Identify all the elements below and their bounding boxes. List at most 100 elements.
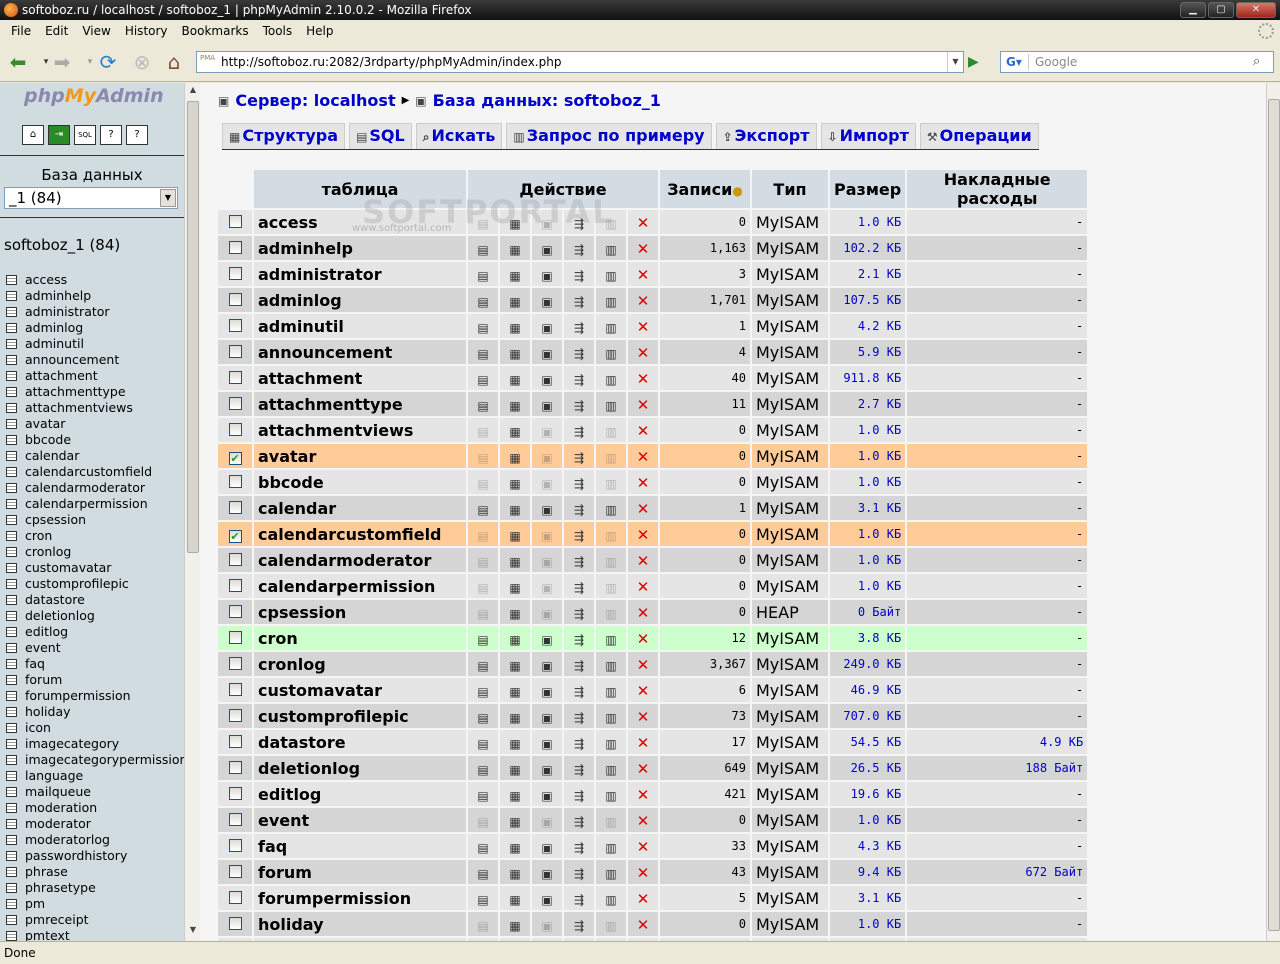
menu-tools[interactable]: Tools	[256, 20, 300, 42]
table-name[interactable]: attachmentviews	[254, 418, 466, 442]
drop-icon[interactable]: ✕	[636, 839, 650, 854]
row-checkbox[interactable]	[228, 500, 242, 514]
structure-icon[interactable]: ▦	[508, 633, 522, 647]
table-icon[interactable]	[6, 307, 17, 317]
table-icon[interactable]	[6, 787, 17, 797]
sidebar-item-label[interactable]: attachmenttype	[25, 384, 126, 400]
table-name[interactable]: administrator	[254, 262, 466, 286]
sidebar-item-label[interactable]: holiday	[25, 704, 71, 720]
drop-icon[interactable]: ✕	[636, 735, 650, 750]
table-row[interactable]: adminlog ▤ ▦ ▣ ⇶ ▥ ✕ 1,701 MyISAM 107.5 КБ -	[218, 288, 1088, 312]
sidebar-item-adminlog[interactable]: adminlog	[6, 320, 184, 336]
empty-icon[interactable]: ▥	[604, 867, 618, 881]
table-icon[interactable]	[6, 851, 17, 861]
table-size[interactable]: 1.0 КБ	[830, 574, 906, 598]
sidebar-item-phrasetype[interactable]: phrasetype	[6, 880, 184, 896]
sidebar-item-administrator[interactable]: administrator	[6, 304, 184, 320]
table-name[interactable]: calendar	[254, 496, 466, 520]
browse-icon[interactable]: ▤	[476, 373, 490, 387]
insert-icon[interactable]: ⇶	[572, 347, 586, 361]
tab-query[interactable]: ▥ Запрос по примеру	[506, 123, 712, 149]
structure-icon[interactable]: ▦	[508, 607, 522, 621]
menu-bookmarks[interactable]: Bookmarks	[175, 20, 256, 42]
drop-icon[interactable]: ✕	[636, 475, 650, 490]
sidebar-item-attachmenttype[interactable]: attachmenttype	[6, 384, 184, 400]
table-size[interactable]: 4.3 КБ	[830, 834, 906, 858]
table-icon[interactable]	[6, 707, 17, 717]
drop-icon[interactable]: ✕	[636, 293, 650, 308]
tab-search[interactable]: ⌕ Искать	[415, 123, 503, 149]
sidebar-item-label[interactable]: customavatar	[25, 560, 111, 576]
empty-icon[interactable]: ▥	[604, 321, 618, 335]
drop-icon[interactable]: ✕	[636, 345, 650, 360]
search-icon[interactable]: ▣	[540, 633, 554, 647]
browse-icon[interactable]: ▤	[476, 243, 490, 257]
sidebar-item-label[interactable]: access	[25, 272, 67, 288]
insert-icon[interactable]: ⇶	[572, 399, 586, 413]
scroll-up-arrow[interactable]: ▲	[187, 85, 199, 99]
table-size[interactable]: 1.0 КБ	[830, 444, 906, 468]
sidebar-item-label[interactable]: forum	[25, 672, 62, 688]
search-icon[interactable]: ▣	[540, 659, 554, 673]
sidebar-item-label[interactable]: mailqueue	[25, 784, 91, 800]
table-icon[interactable]	[6, 803, 17, 813]
sidebar-item-pmreceipt[interactable]: pmreceipt	[6, 912, 184, 928]
table-size[interactable]: 2.1 КБ	[830, 262, 906, 286]
empty-icon[interactable]: ▥	[604, 399, 618, 413]
drop-icon[interactable]: ✕	[636, 553, 650, 568]
sidebar-item-label[interactable]: phrasetype	[25, 880, 96, 896]
table-size[interactable]: 911.8 КБ	[830, 366, 906, 390]
row-checkbox[interactable]	[228, 734, 242, 748]
sidebar-item-calendarmoderator[interactable]: calendarmoderator	[6, 480, 184, 496]
table-icon[interactable]	[6, 739, 17, 749]
empty-icon[interactable]: ▥	[604, 841, 618, 855]
menu-edit[interactable]: Edit	[38, 20, 75, 42]
structure-icon[interactable]: ▦	[508, 737, 522, 751]
table-row[interactable]: attachmenttype ▤ ▦ ▣ ⇶ ▥ ✕ 11 MyISAM 2.7 КБ -	[218, 392, 1088, 416]
row-checkbox[interactable]	[228, 708, 242, 722]
sidebar-item-deletionlog[interactable]: deletionlog	[6, 608, 184, 624]
sidebar-item-faq[interactable]: faq	[6, 656, 184, 672]
table-size[interactable]: 3.1 КБ	[830, 886, 906, 910]
tab-structure[interactable]: ▦ Структура	[222, 123, 346, 149]
drop-icon[interactable]: ✕	[636, 423, 650, 438]
table-row[interactable]: datastore ▤ ▦ ▣ ⇶ ▥ ✕ 17 MyISAM 54.5 КБ 4.9 КБ	[218, 730, 1088, 754]
table-size[interactable]: 707.0 КБ	[830, 704, 906, 728]
table-icon[interactable]	[6, 483, 17, 493]
sidebar-item-datastore[interactable]: datastore	[6, 592, 184, 608]
stop-icon[interactable]: ⊗	[130, 50, 154, 74]
table-icon[interactable]	[6, 499, 17, 509]
row-checkbox[interactable]	[228, 318, 242, 332]
structure-icon[interactable]: ▦	[508, 295, 522, 309]
insert-icon[interactable]: ⇶	[572, 893, 586, 907]
search-icon[interactable]: ▣	[540, 711, 554, 725]
drop-icon[interactable]: ✕	[636, 215, 650, 230]
table-icon[interactable]	[6, 755, 17, 765]
search-engine-icon[interactable]: G▾	[1003, 54, 1029, 70]
current-database-link[interactable]: softoboz_1 (84)	[4, 236, 120, 254]
browse-icon[interactable]: ▤	[476, 295, 490, 309]
structure-icon[interactable]: ▦	[508, 529, 522, 543]
table-size[interactable]: 3.8 КБ	[830, 626, 906, 650]
drop-icon[interactable]: ✕	[636, 813, 650, 828]
table-row[interactable]: announcement ▤ ▦ ▣ ⇶ ▥ ✕ 4 MyISAM 5.9 КБ -	[218, 340, 1088, 364]
header-overhead[interactable]: Накладные расходы	[907, 170, 1088, 208]
table-size[interactable]: 1.0 КБ	[830, 470, 906, 494]
row-checkbox[interactable]	[228, 812, 242, 826]
search-icon[interactable]: ▣	[540, 789, 554, 803]
table-row[interactable]: cron ▤ ▦ ▣ ⇶ ▥ ✕ 12 MyISAM 3.8 КБ -	[218, 626, 1088, 650]
sidebar-item-passwordhistory[interactable]: passwordhistory	[6, 848, 184, 864]
search-icon[interactable]: ▣	[540, 243, 554, 257]
table-icon[interactable]	[6, 867, 17, 877]
sidebar-item-label[interactable]: administrator	[25, 304, 110, 320]
structure-icon[interactable]: ▦	[508, 763, 522, 777]
row-checkbox[interactable]	[228, 370, 242, 384]
menu-help[interactable]: Help	[299, 20, 340, 42]
table-row[interactable]: ✔ avatar ▤ ▦ ▣ ⇶ ▥ ✕ 0 MyISAM 1.0 КБ -	[218, 444, 1088, 468]
empty-icon[interactable]: ▥	[604, 347, 618, 361]
drop-icon[interactable]: ✕	[636, 709, 650, 724]
insert-icon[interactable]: ⇶	[572, 529, 586, 543]
phpmyadmin-logo[interactable]: phpMyAdmin	[24, 85, 164, 107]
insert-icon[interactable]: ⇶	[572, 451, 586, 465]
row-checkbox[interactable]	[228, 916, 242, 930]
